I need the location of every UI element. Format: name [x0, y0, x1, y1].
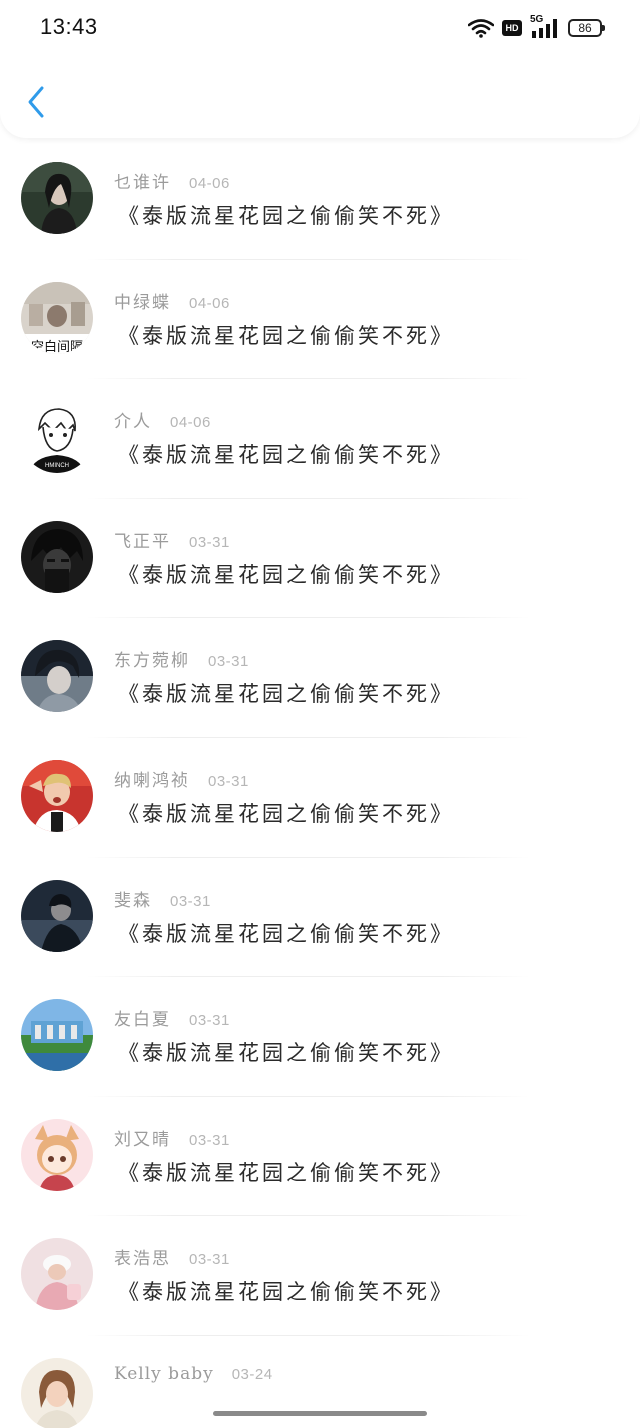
list-item[interactable]: 纳喇鸿祯 03-31 《泰版流星花园之偷偷笑不死》 — [0, 738, 640, 858]
post-date: 04-06 — [189, 294, 230, 312]
comment-text: 《泰版流星花园之偷偷笑不死》 — [118, 921, 454, 946]
avatar[interactable] — [21, 999, 93, 1072]
user-name[interactable]: 表浩思 — [114, 1244, 171, 1269]
comment-text: 《泰版流星花园之偷偷笑不死》 — [118, 204, 454, 228]
cellular-signal-icon: 5G — [530, 14, 560, 39]
user-name[interactable]: 中绿蝶 — [114, 288, 171, 313]
comment-list-screen: 13:43 HD 5G 86 乜谁许 04-06 《泰版流星花园之偷偷笑不死》 … — [0, 0, 640, 1428]
avatar[interactable] — [21, 162, 93, 234]
user-name[interactable]: 飞正平 — [114, 527, 171, 552]
comment-meta: 刘又晴 03-31 — [114, 1125, 230, 1150]
post-date: 03-31 — [170, 892, 211, 910]
post-date: 03-31 — [189, 1131, 230, 1149]
status-icons: HD 5G 86 — [468, 14, 605, 40]
comment-text: 《泰版流星花园之偷偷笑不死》 — [118, 801, 454, 826]
comment-meta: Kelly baby 03-24 — [114, 1364, 273, 1384]
hd-icon: HD — [502, 20, 522, 36]
list-item[interactable]: 表浩思 03-31 《泰版流星花园之偷偷笑不死》 — [0, 1216, 640, 1336]
home-indicator[interactable] — [213, 1411, 427, 1416]
user-name[interactable]: 乜谁许 — [114, 168, 171, 193]
avatar-overlay-text: 空白间隔 — [30, 339, 83, 354]
post-date: 03-31 — [189, 533, 230, 551]
comment-meta: 乜谁许 04-06 — [114, 168, 230, 193]
status-time: 13:43 — [40, 14, 98, 39]
comment-meta: 介人 04-06 — [114, 407, 211, 432]
comment-text: 《泰版流星花园之偷偷笑不死》 — [118, 443, 454, 468]
user-name[interactable]: 纳喇鸿祯 — [114, 766, 190, 791]
user-name[interactable]: 刘又晴 — [114, 1125, 171, 1150]
post-date: 04-06 — [170, 414, 211, 432]
user-name[interactable]: 友白夏 — [114, 1005, 171, 1030]
post-date: 03-31 — [189, 1012, 230, 1030]
comment-meta: 纳喇鸿祯 03-31 — [114, 766, 249, 791]
post-date: 03-24 — [231, 1365, 273, 1383]
comment-list: 乜谁许 04-06 《泰版流星花园之偷偷笑不死》 空白间隔 中绿蝶 04-06 … — [0, 140, 640, 1428]
comment-text: 《泰版流星花园之偷偷笑不死》 — [118, 1041, 454, 1066]
user-name[interactable]: 介人 — [114, 407, 152, 432]
comment-meta: 中绿蝶 04-06 — [114, 288, 230, 313]
back-button[interactable] — [18, 82, 54, 126]
comment-meta: 表浩思 03-31 — [114, 1244, 230, 1269]
comment-meta: 友白夏 03-31 — [114, 1005, 230, 1030]
list-item[interactable]: 飞正平 03-31 《泰版流星花园之偷偷笑不死》 — [0, 499, 640, 619]
svg-text:HMINCH: HMINCH — [45, 463, 69, 469]
post-date: 03-31 — [208, 653, 249, 671]
user-name[interactable]: 斐森 — [114, 886, 152, 911]
list-item[interactable]: 斐森 03-31 《泰版流星花园之偷偷笑不死》 — [0, 858, 640, 978]
comment-text: 《泰版流星花园之偷偷笑不死》 — [118, 1280, 454, 1305]
comment-meta: 斐森 03-31 — [114, 886, 211, 911]
status-bar: 13:43 HD 5G 86 — [0, 0, 640, 56]
avatar[interactable] — [21, 520, 93, 593]
list-item[interactable]: HMINCH 介人 04-06 《泰版流星花园之偷偷笑不死》 — [0, 379, 640, 499]
post-date: 04-06 — [189, 175, 230, 192]
avatar[interactable] — [21, 879, 93, 952]
post-date: 03-31 — [208, 772, 249, 790]
battery-level: 86 — [578, 21, 592, 35]
avatar[interactable]: HMINCH — [21, 401, 93, 474]
list-item[interactable]: 友白夏 03-31 《泰版流星花园之偷偷笑不死》 — [0, 977, 640, 1097]
user-name[interactable]: 东方菀柳 — [114, 646, 190, 671]
list-item[interactable]: 刘又晴 03-31 《泰版流星花园之偷偷笑不死》 — [0, 1097, 640, 1217]
header: 13:43 HD 5G 86 — [0, 0, 640, 138]
comment-text: 《泰版流星花园之偷偷笑不死》 — [118, 1160, 454, 1185]
comment-meta: 东方菀柳 03-31 — [114, 646, 249, 671]
avatar[interactable] — [21, 1238, 93, 1311]
avatar[interactable]: 空白间隔 — [21, 281, 93, 354]
list-item[interactable]: 东方菀柳 03-31 《泰版流星花园之偷偷笑不死》 — [0, 618, 640, 738]
avatar[interactable] — [21, 640, 93, 713]
avatar[interactable] — [21, 1357, 93, 1428]
comment-meta: 飞正平 03-31 — [114, 527, 230, 552]
comment-text: 《泰版流星花园之偷偷笑不死》 — [118, 323, 454, 348]
chevron-left-icon — [26, 85, 46, 123]
comment-text: 《泰版流星花园之偷偷笑不死》 — [118, 562, 454, 587]
list-item[interactable]: 乜谁许 04-06 《泰版流星花园之偷偷笑不死》 — [0, 140, 640, 260]
avatar[interactable] — [21, 759, 93, 832]
post-date: 03-31 — [189, 1251, 230, 1269]
wifi-icon — [468, 18, 494, 38]
list-item[interactable]: 空白间隔 中绿蝶 04-06 《泰版流星花园之偷偷笑不死》 — [0, 260, 640, 380]
battery-icon: 86 — [568, 19, 605, 37]
avatar[interactable] — [21, 1118, 93, 1191]
user-name[interactable]: Kelly baby — [114, 1364, 214, 1384]
comment-text: 《泰版流星花园之偷偷笑不死》 — [118, 682, 454, 707]
